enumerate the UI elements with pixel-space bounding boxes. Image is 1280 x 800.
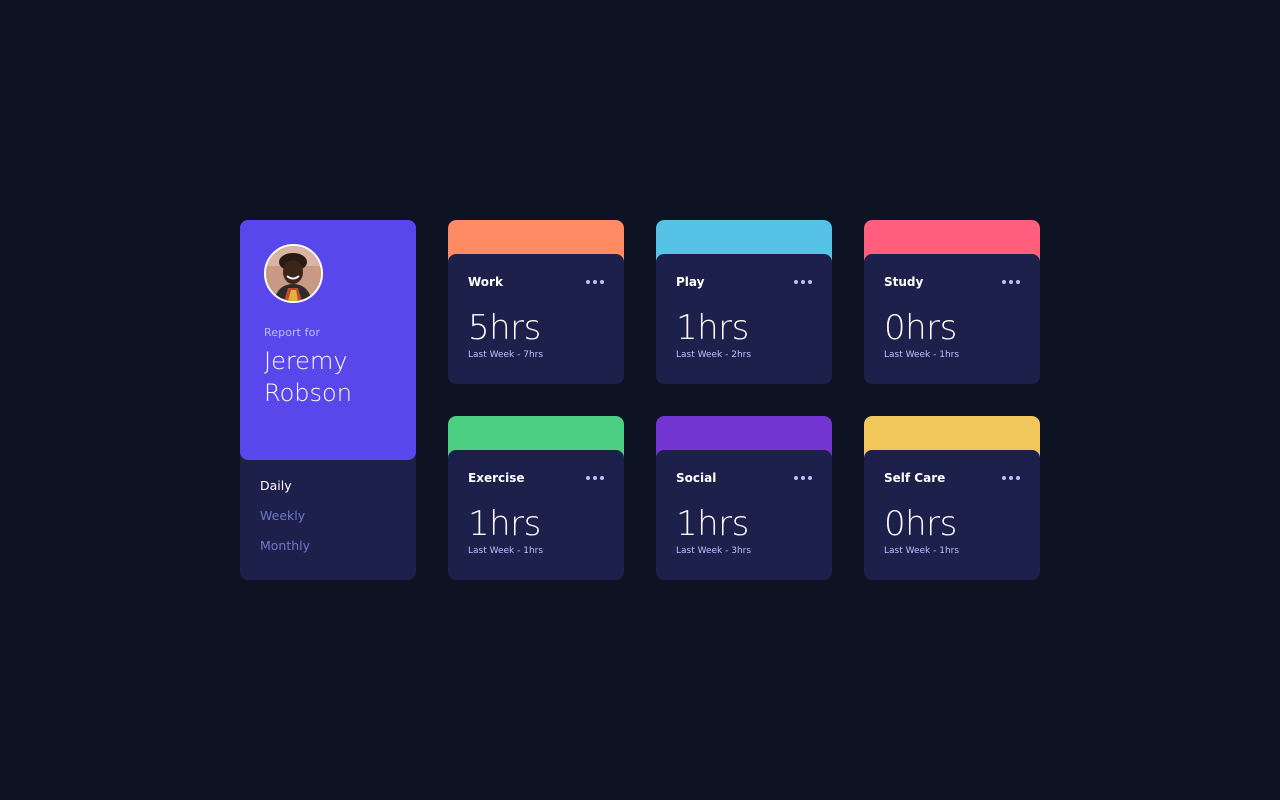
card-body: Self Care 0hrs Last Week - 1hrs	[864, 450, 1040, 580]
timeframe-selector: Daily Weekly Monthly	[240, 460, 416, 554]
ellipsis-dot	[808, 476, 812, 480]
card-title: Work	[468, 275, 503, 289]
ellipsis-dot	[801, 476, 805, 480]
card-body: Work 5hrs Last Week - 7hrs	[448, 254, 624, 384]
card-title: Social	[676, 471, 717, 485]
previous-hours: Last Week - 3hrs	[676, 546, 752, 556]
profile-header: Report for Jeremy Robson	[240, 220, 416, 460]
report-for-label: Report for	[264, 326, 321, 339]
current-hours: 0hrs	[884, 308, 957, 348]
ellipsis-icon[interactable]	[794, 472, 812, 484]
timeframe-daily[interactable]: Daily	[260, 478, 396, 494]
ellipsis-dot	[593, 280, 597, 284]
card-body: Exercise 1hrs Last Week - 1hrs	[448, 450, 624, 580]
ellipsis-dot	[593, 476, 597, 480]
activity-card-work: Work 5hrs Last Week - 7hrs	[448, 220, 624, 384]
user-avatar	[264, 244, 323, 303]
ellipsis-dot	[1016, 476, 1020, 480]
card-title: Study	[884, 275, 924, 289]
previous-hours: Last Week - 7hrs	[468, 350, 544, 360]
activity-card-exercise: Exercise 1hrs Last Week - 1hrs	[448, 416, 624, 580]
ellipsis-icon[interactable]	[586, 472, 604, 484]
time-tracking-dashboard: Report for Jeremy Robson Daily Weekly Mont…	[240, 220, 1040, 580]
card-header: Study	[884, 274, 1020, 290]
previous-hours: Last Week - 2hrs	[676, 350, 752, 360]
current-hours: 1hrs	[676, 504, 749, 544]
card-title: Self Care	[884, 471, 946, 485]
ellipsis-dot	[794, 280, 798, 284]
profile-card: Report for Jeremy Robson Daily Weekly Mont…	[240, 220, 416, 580]
ellipsis-dot	[1002, 280, 1006, 284]
ellipsis-dot	[1009, 280, 1013, 284]
ellipsis-dot	[586, 280, 590, 284]
activity-card-social: Social 1hrs Last Week - 3hrs	[656, 416, 832, 580]
current-hours: 5hrs	[468, 308, 541, 348]
user-name: Jeremy Robson	[264, 347, 352, 407]
previous-hours: Last Week - 1hrs	[884, 350, 960, 360]
previous-hours: Last Week - 1hrs	[468, 546, 544, 556]
ellipsis-icon[interactable]	[1002, 472, 1020, 484]
current-hours: 0hrs	[884, 504, 957, 544]
ellipsis-icon[interactable]	[1002, 276, 1020, 288]
ellipsis-dot	[1002, 476, 1006, 480]
activity-card-play: Play 1hrs Last Week - 2hrs	[656, 220, 832, 384]
ellipsis-icon[interactable]	[794, 276, 812, 288]
previous-hours: Last Week - 1hrs	[884, 546, 960, 556]
ellipsis-dot	[600, 280, 604, 284]
card-header: Work	[468, 274, 604, 290]
ellipsis-dot	[600, 476, 604, 480]
card-header: Play	[676, 274, 812, 290]
card-header: Self Care	[884, 470, 1020, 486]
ellipsis-dot	[808, 280, 812, 284]
card-header: Exercise	[468, 470, 604, 486]
card-body: Social 1hrs Last Week - 3hrs	[656, 450, 832, 580]
card-body: Play 1hrs Last Week - 2hrs	[656, 254, 832, 384]
card-body: Study 0hrs Last Week - 1hrs	[864, 254, 1040, 384]
activity-card-study: Study 0hrs Last Week - 1hrs	[864, 220, 1040, 384]
ellipsis-dot	[1009, 476, 1013, 480]
current-hours: 1hrs	[468, 504, 541, 544]
ellipsis-dot	[1016, 280, 1020, 284]
card-title: Play	[676, 275, 705, 289]
activity-card-self-care: Self Care 0hrs Last Week - 1hrs	[864, 416, 1040, 580]
ellipsis-icon[interactable]	[586, 276, 604, 288]
card-title: Exercise	[468, 471, 525, 485]
ellipsis-dot	[586, 476, 590, 480]
ellipsis-dot	[801, 280, 805, 284]
current-hours: 1hrs	[676, 308, 749, 348]
timeframe-monthly[interactable]: Monthly	[260, 538, 396, 554]
card-header: Social	[676, 470, 812, 486]
timeframe-weekly[interactable]: Weekly	[260, 508, 396, 524]
ellipsis-dot	[794, 476, 798, 480]
